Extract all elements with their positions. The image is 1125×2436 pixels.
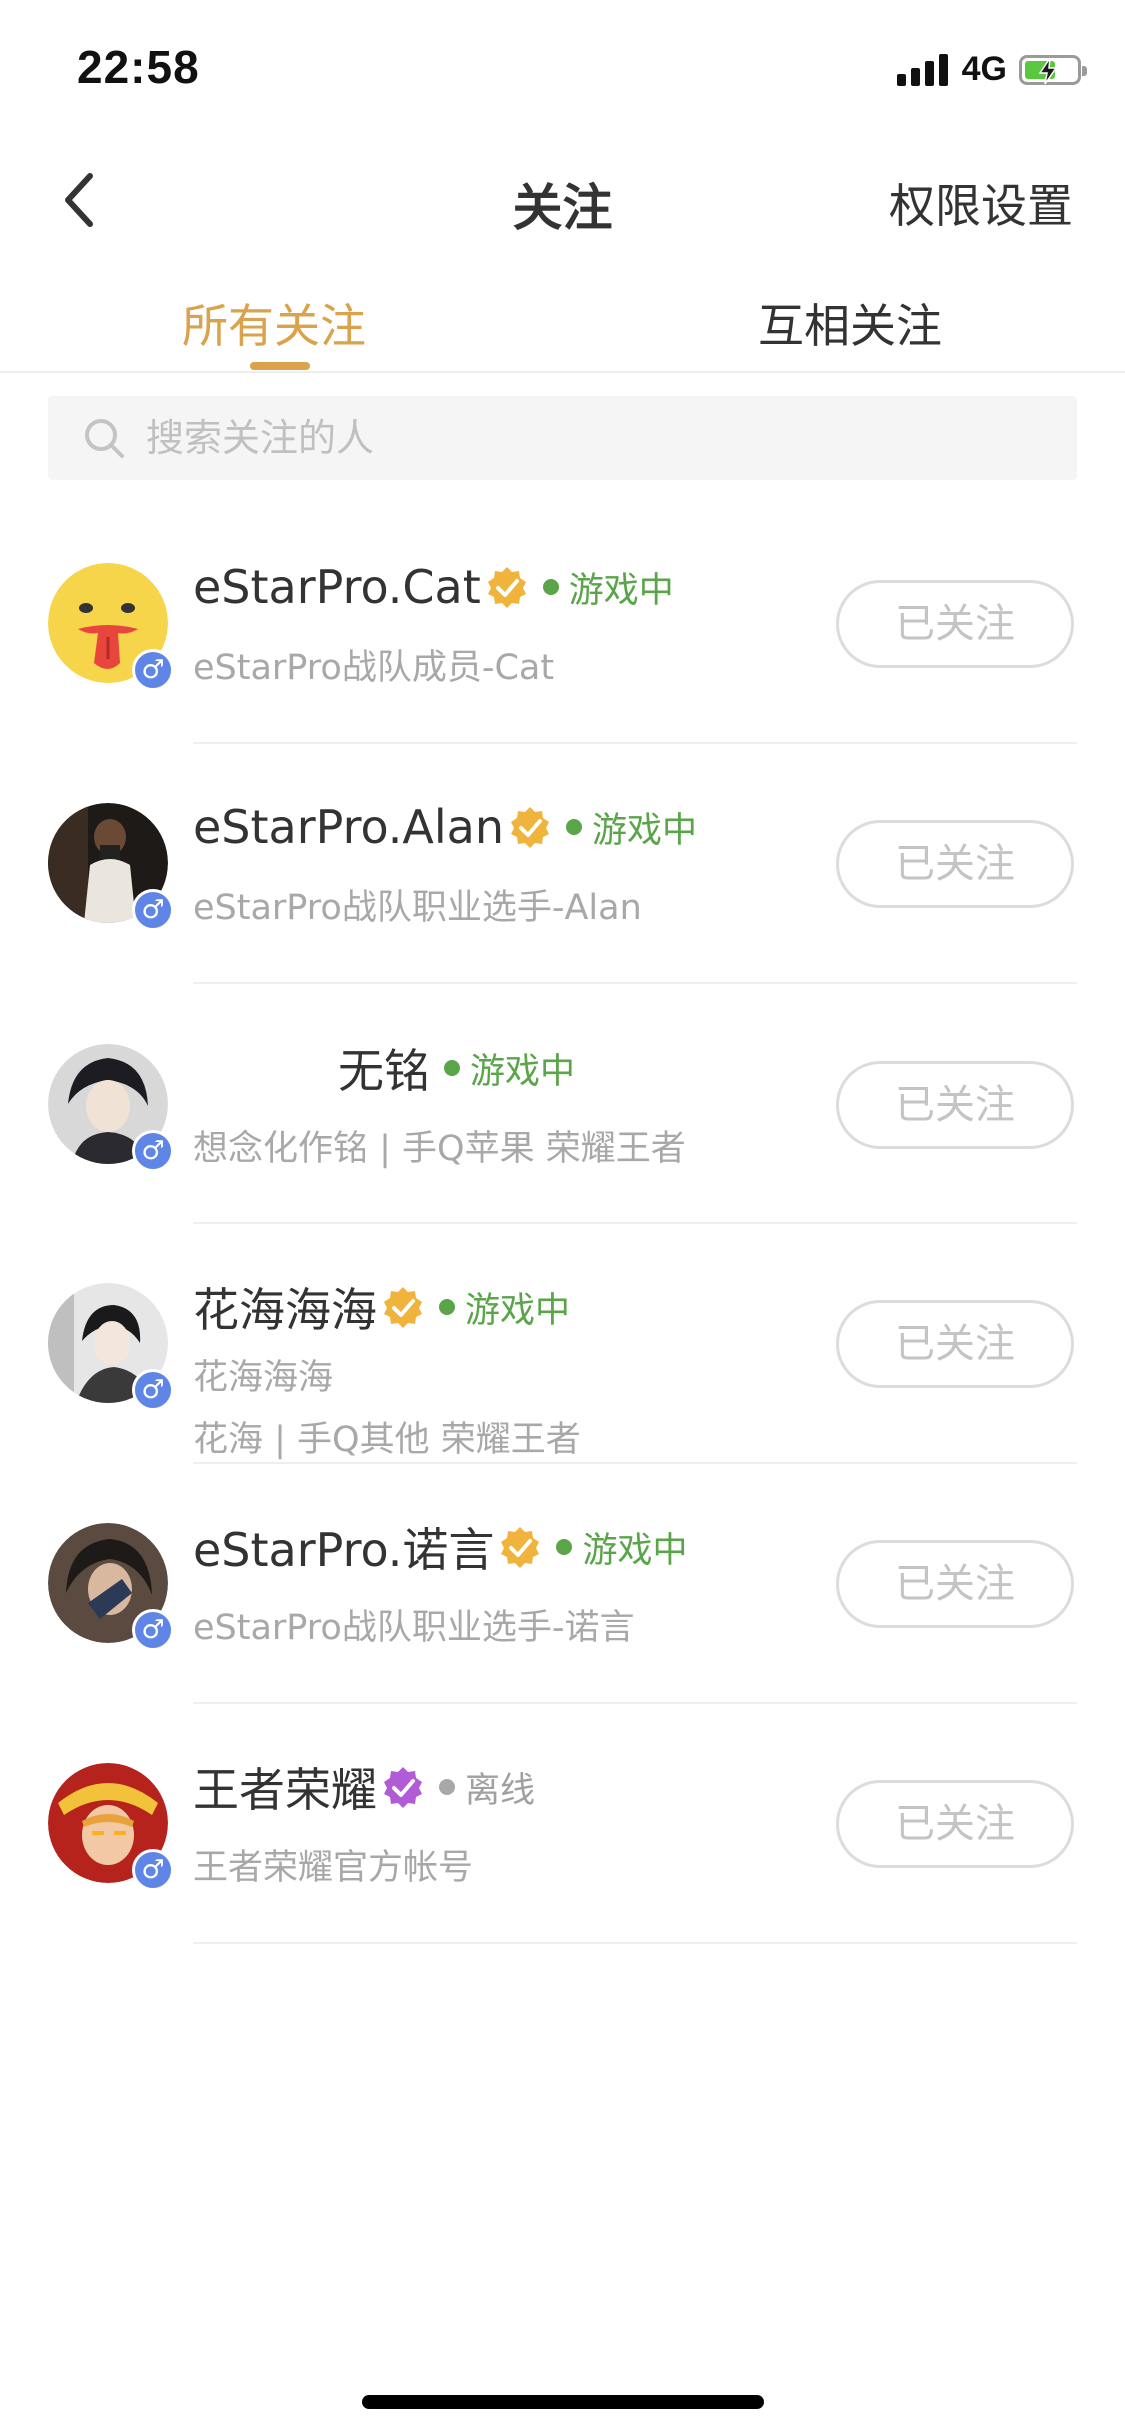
row-divider <box>193 1942 1077 1944</box>
name-line: 无铭 游戏中 <box>338 1038 575 1098</box>
user-name: 王者荣耀 <box>193 1763 377 1817</box>
follow-row[interactable]: ♂ 王者荣耀 离线 王者荣耀官方帐号 已关注 <box>0 1763 1125 2003</box>
permission-settings-button[interactable]: 权限设置 <box>889 170 1073 236</box>
user-name: eStarPro.诺言 <box>193 1523 495 1577</box>
user-name: eStarPro.Cat <box>193 560 481 614</box>
status-dot <box>444 1060 460 1076</box>
tab-divider <box>0 371 1125 373</box>
user-nickname: 花海海海 <box>193 1358 334 1398</box>
follow-row[interactable]: ♂ eStarPro.Alan 游戏中 eStarPro战队职业选手-Alan … <box>0 800 1125 1043</box>
row-divider <box>193 982 1077 984</box>
user-bio: eStarPro战队成员-Cat <box>193 648 555 688</box>
user-bio: 想念化作铭 | 手Q苹果 荣耀王者 <box>193 1129 686 1169</box>
status-dot <box>439 1299 455 1315</box>
user-name: 无铭 <box>338 1044 430 1098</box>
search-icon <box>85 419 124 458</box>
male-gender-icon: ♂ <box>132 1369 174 1411</box>
status-text: 游戏中 <box>470 1051 576 1092</box>
status-text: 游戏中 <box>582 1530 688 1571</box>
male-gender-icon: ♂ <box>132 1849 174 1891</box>
row-divider <box>193 1702 1077 1704</box>
row-divider <box>193 1462 1077 1464</box>
row-divider <box>193 1222 1077 1224</box>
network-type: 4G <box>961 50 1007 88</box>
following-button[interactable]: 已关注 <box>836 1540 1074 1628</box>
online-status: 游戏中 <box>425 1282 570 1333</box>
status-text: 游戏中 <box>592 810 698 851</box>
status-dot <box>556 1539 573 1555</box>
search-input[interactable] <box>144 415 1028 461</box>
status-time: 22:58 <box>77 41 200 93</box>
name-line: eStarPro.Cat 游戏中 <box>193 557 674 617</box>
follow-list-screen: 22:58 4G 关注 权限设置 所有关注 互相关注 搜索关注的人 ♂ eSta… <box>0 0 1125 2436</box>
male-gender-icon: ♂ <box>132 1609 174 1651</box>
status-text: 游戏中 <box>465 1290 571 1331</box>
name-line: eStarPro.Alan 游戏中 <box>193 797 697 857</box>
tab-mutual-follows[interactable]: 互相关注 <box>758 290 942 356</box>
offline-status: 离线 <box>425 1762 535 1813</box>
male-gender-icon: ♂ <box>132 889 174 931</box>
following-button[interactable]: 已关注 <box>836 1780 1074 1868</box>
user-name: 花海海海 <box>193 1283 377 1337</box>
online-status: 游戏中 <box>430 1043 575 1094</box>
name-line: 花海海海 游戏中 <box>193 1277 570 1337</box>
follow-row[interactable]: ♂ eStarPro.Cat 游戏中 eStarPro战队成员-Cat 已关注 <box>0 560 1125 803</box>
status-dot <box>566 819 583 835</box>
user-name: eStarPro.Alan <box>193 800 505 854</box>
verified-badge-icon <box>501 1527 540 1568</box>
status-dot <box>439 1779 455 1795</box>
status-dot <box>542 579 559 595</box>
name-line: 王者荣耀 离线 <box>193 1757 535 1817</box>
tab-all-follows[interactable]: 所有关注 <box>182 290 366 356</box>
verified-badge-icon <box>511 807 550 848</box>
follow-row[interactable]: ♂ 无铭 游戏中 想念化作铭 | 手Q苹果 荣耀王者 已关注 <box>0 1044 1125 1284</box>
home-indicator[interactable] <box>362 2395 764 2409</box>
user-bio: eStarPro战队职业选手-诺言 <box>193 1608 635 1648</box>
verified-badge-icon <box>487 567 526 608</box>
row-divider <box>193 742 1077 744</box>
follow-row[interactable]: ♂ eStarPro.诺言 游戏中 eStarPro战队职业选手-诺言 已关注 <box>0 1523 1125 1763</box>
verified-badge-icon <box>384 1287 422 1328</box>
user-bio: 王者荣耀官方帐号 <box>193 1848 474 1888</box>
follow-row[interactable]: ♂ 花海海海 游戏中 花海海海 花海 | 手Q其他 荣耀王者 已关注 <box>0 1283 1125 1523</box>
status-text: 游戏中 <box>568 570 674 611</box>
verified-badge-icon <box>384 1767 422 1808</box>
following-button[interactable]: 已关注 <box>836 820 1074 908</box>
name-line: eStarPro.诺言 游戏中 <box>193 1517 687 1577</box>
male-gender-icon: ♂ <box>132 649 174 691</box>
status-indicators: 4G <box>896 50 1087 89</box>
following-button[interactable]: 已关注 <box>836 1300 1074 1388</box>
status-text: 离线 <box>465 1770 536 1811</box>
online-status: 游戏中 <box>529 562 674 613</box>
user-bio: 花海 | 手Q其他 荣耀王者 <box>193 1420 581 1460</box>
signal-icon <box>896 53 948 86</box>
active-tab-indicator <box>250 362 310 370</box>
online-status: 游戏中 <box>552 802 697 853</box>
battery-icon <box>1019 54 1087 85</box>
male-gender-icon: ♂ <box>132 1130 174 1172</box>
following-button[interactable]: 已关注 <box>836 1061 1074 1149</box>
user-bio: eStarPro战队职业选手-Alan <box>193 888 642 928</box>
following-button[interactable]: 已关注 <box>836 580 1074 668</box>
search-bar[interactable] <box>48 396 1077 480</box>
online-status: 游戏中 <box>542 1522 687 1573</box>
